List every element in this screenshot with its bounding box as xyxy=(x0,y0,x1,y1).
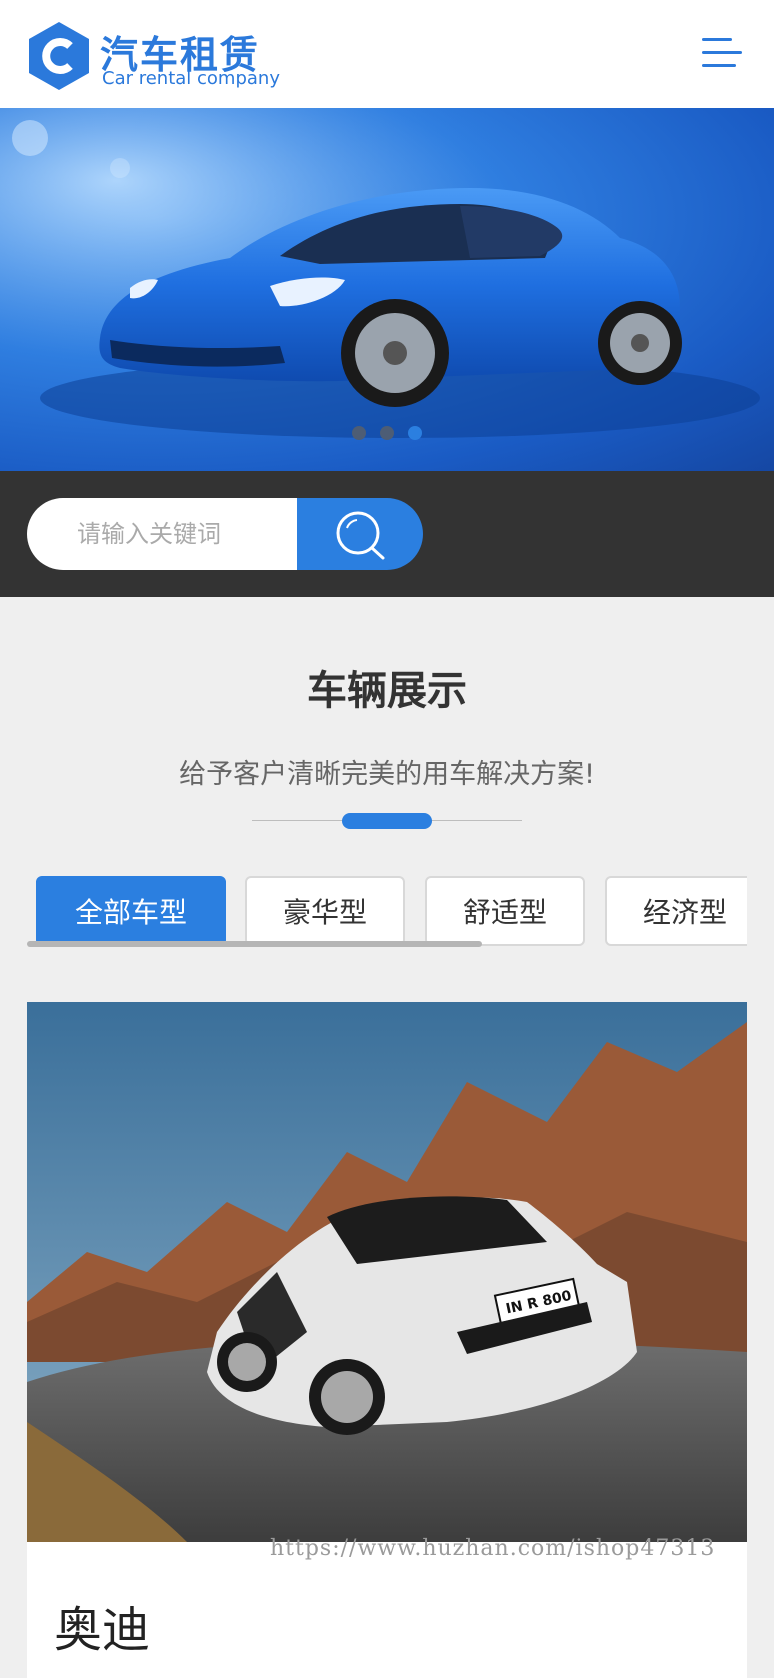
product-card[interactable]: IN R 800 奥迪 xyxy=(27,1002,747,1678)
site-logo[interactable]: 汽车租赁 Car rental company xyxy=(26,20,326,92)
banner-car-image xyxy=(0,108,774,471)
product-title[interactable]: 奥迪 xyxy=(54,1590,150,1660)
tab-luxury[interactable]: 豪华型 xyxy=(245,876,405,946)
section-title: 车辆展示 xyxy=(307,668,467,714)
banner-dot-2[interactable] xyxy=(380,426,394,440)
hamburger-menu-icon[interactable] xyxy=(702,36,744,70)
banner-dot-1[interactable] xyxy=(352,426,366,440)
logo-subtitle: Car rental company xyxy=(102,68,280,89)
site-header: 汽车租赁 Car rental company xyxy=(0,0,774,108)
search-icon xyxy=(336,511,385,560)
tab-economy[interactable]: 经济型 xyxy=(605,876,747,946)
banner-pagination xyxy=(0,426,774,446)
tabs-scrollbar[interactable] xyxy=(27,941,482,947)
watermark-text: https://www.huzhan.com/ishop47313 xyxy=(270,1536,716,1561)
banner-dot-3-active[interactable] xyxy=(408,426,422,440)
section-subtitle: 给予客户清晰完美的用车解决方案! xyxy=(179,759,595,790)
search-input[interactable] xyxy=(27,498,298,570)
category-tabs: 全部车型 豪华型 舒适型 经济型 xyxy=(27,876,747,950)
hero-banner[interactable] xyxy=(0,108,774,471)
search-button[interactable] xyxy=(297,498,423,570)
section-divider-accent xyxy=(342,813,432,829)
car-photo-image: IN R 800 xyxy=(27,1002,747,1542)
tab-all-models[interactable]: 全部车型 xyxy=(36,876,226,946)
logo-hexagon-icon xyxy=(29,22,89,90)
product-image[interactable]: IN R 800 xyxy=(27,1002,747,1542)
tab-comfort[interactable]: 舒适型 xyxy=(425,876,585,946)
search-bar xyxy=(0,471,774,597)
